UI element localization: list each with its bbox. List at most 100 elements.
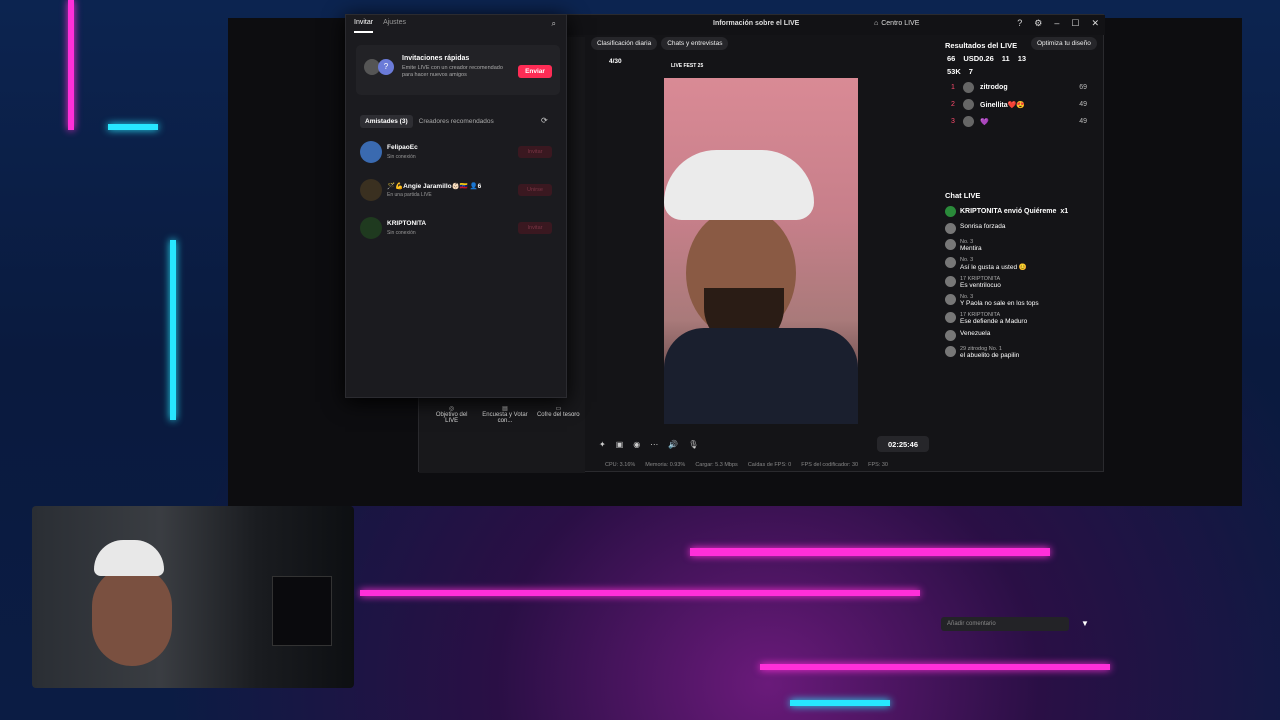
new-followers-kpi: 13 xyxy=(1017,54,1027,63)
avatar xyxy=(360,179,382,201)
screen-icon[interactable]: ▣ xyxy=(616,440,624,449)
fps-stat: FPS: 30 xyxy=(868,462,888,468)
chat-message: Sonrisa forzada xyxy=(945,223,1093,234)
avatar xyxy=(963,82,974,93)
upload-stat: Cargar: 5.3 Mbps xyxy=(695,462,738,468)
chat-message: 29 zitrodog No. 1 el abuelito de papilin xyxy=(945,346,1093,359)
filter-icon[interactable]: ▼ xyxy=(1081,619,1089,628)
rank-number: 3 xyxy=(951,118,955,125)
window-title: Información sobre el LIVE xyxy=(713,20,800,27)
invite-tabs: Invitar Ajustes xyxy=(354,19,406,33)
friend-status: Sin conexión xyxy=(387,154,416,160)
invite-panel: Invitar Ajustes ⌕ ? Invitaciones rápidas… xyxy=(345,14,567,398)
quick-invite-title: Invitaciones rápidas xyxy=(402,55,470,62)
invite-button[interactable]: Invitar xyxy=(518,146,552,158)
magic-icon[interactable]: ✦ xyxy=(599,440,606,449)
invite-button[interactable]: Invitar xyxy=(518,222,552,234)
join-button[interactable]: Unirse xyxy=(518,184,552,196)
rank-row[interactable]: 1 zitrodog 69 xyxy=(951,82,1087,93)
target-icon: ◎ xyxy=(449,406,455,412)
refresh-icon[interactable]: ⟳ xyxy=(541,116,548,125)
avatar xyxy=(945,223,956,234)
record-icon[interactable]: ◉ xyxy=(633,440,640,449)
rank-name: 💜 xyxy=(980,118,989,126)
webcam-overlay xyxy=(32,506,354,688)
chat-text: Sonrisa forzada xyxy=(960,223,1006,230)
chat-text: el abuelito de papilin xyxy=(960,352,1020,359)
live-video-preview xyxy=(664,78,858,424)
avatar xyxy=(963,99,974,110)
chats-pill[interactable]: Chats y entrevistas xyxy=(661,37,729,50)
comment-input[interactable]: Añadir comentario xyxy=(941,617,1069,631)
help-icon[interactable]: ? xyxy=(1017,18,1022,29)
tab-invitar[interactable]: Invitar xyxy=(354,19,374,33)
avatar xyxy=(945,239,956,250)
goal-counter: 4/30 xyxy=(609,58,622,65)
webcam-monitor xyxy=(272,576,332,646)
avatar xyxy=(963,116,974,127)
neon-line xyxy=(790,700,890,706)
kpis-row1: 66 USD0.26 11 13 xyxy=(947,54,1091,63)
live-tools: ◎ Objetivo del LIVE ▤ Encuesta y Votar con… xyxy=(425,405,585,424)
neon-line xyxy=(690,548,1050,556)
chat-message: 17 KRIPTONITA Es ventrilocuo xyxy=(945,276,1093,289)
centro-live-button[interactable]: ⌂ Centro LIVE xyxy=(874,20,919,27)
friend-name: 🪄💪Angie Jaramillo👶🏻🇻🇪 👤6 xyxy=(387,183,482,190)
rank-name: Ginellita❤️😍 xyxy=(980,101,1026,109)
top-pills: Clasificación diaria Chats y entrevistas… xyxy=(591,37,1097,50)
volume-icon[interactable]: 🔊 xyxy=(668,440,678,449)
tab-creadores[interactable]: Creadores recomendados xyxy=(419,118,494,125)
avatar xyxy=(945,276,956,287)
chat-text: Mentira xyxy=(960,245,982,252)
live-timer: 02:25:46 xyxy=(877,436,929,452)
mic-icon[interactable]: 🎙 xyxy=(688,440,698,449)
search-icon[interactable]: ⌕ xyxy=(552,19,556,29)
tab-amistades[interactable]: Amistades (3) xyxy=(360,115,413,128)
tab-ajustes[interactable]: Ajustes xyxy=(383,19,406,33)
chat-message: No. 3 Así le gusta a usted 😊 xyxy=(945,257,1093,271)
tool-goal[interactable]: ◎ Objetivo del LIVE xyxy=(429,405,475,424)
rank-row[interactable]: 2 Ginellita❤️😍 49 xyxy=(951,99,1087,110)
neon-line xyxy=(760,664,1110,670)
quick-invite-card: ? Invitaciones rápidas Emite LIVE con un… xyxy=(356,45,560,95)
rank-score: 49 xyxy=(1079,118,1087,125)
minimize-button[interactable]: – xyxy=(1054,18,1059,29)
likes-kpi: 53K xyxy=(947,67,961,76)
friend-status: Sin conexión xyxy=(387,230,416,236)
stream-stats: CPU: 3.16% Memoria: 0.93% Cargar: 5.3 Mb… xyxy=(605,462,888,468)
chat-text: Venezuela xyxy=(960,330,991,337)
streamer-shirt xyxy=(664,328,858,424)
rank-score: 49 xyxy=(1079,101,1087,108)
tool-poll[interactable]: ▤ Encuesta y Votar con... xyxy=(482,405,528,424)
rank-score: 69 xyxy=(1079,84,1087,91)
friend-row: 🪄💪Angie Jaramillo👶🏻🇻🇪 👤6 En una partida L… xyxy=(360,179,556,203)
chat-message: No. 3 Mentira xyxy=(945,239,1093,252)
gifts-kpi: 7 xyxy=(968,67,973,76)
gear-icon[interactable]: ⚙ xyxy=(1034,18,1042,29)
results-title: Resultados del LIVE xyxy=(945,41,1018,50)
rank-number: 2 xyxy=(951,101,955,108)
rank-row[interactable]: 3 💜 49 xyxy=(951,116,1087,127)
more-icon[interactable]: ⋯ xyxy=(650,440,658,449)
daily-ranking-pill[interactable]: Clasificación diaria xyxy=(591,37,658,50)
chat-messages: Sonrisa forzada No. 3 Mentira No. 3 Así le g… xyxy=(937,223,1101,359)
friend-tabs: Amistades (3) Creadores recomendados xyxy=(360,115,494,128)
chest-icon: ▭ xyxy=(555,406,562,412)
quick-invite-desc: Emite LIVE con un creador recomendado pa… xyxy=(402,65,503,79)
friend-name: FelipaoEc xyxy=(387,144,418,151)
chat-text: Así le gusta a usted 😊 xyxy=(960,264,1027,271)
send-button[interactable]: Enviar xyxy=(518,65,552,78)
tool-chest[interactable]: ▭ Cofre del tesoro xyxy=(535,405,581,424)
avatar xyxy=(945,257,956,268)
friend-name: KRIPTONITA xyxy=(387,220,427,227)
rank-number: 1 xyxy=(951,84,955,91)
avatar xyxy=(945,294,956,305)
rank-name: zitrodog xyxy=(980,84,1008,91)
maximize-button[interactable]: ☐ xyxy=(1071,18,1079,29)
avatar xyxy=(360,141,382,163)
poll-icon: ▤ xyxy=(502,406,508,412)
usd-kpi: USD0.26 xyxy=(963,54,994,63)
close-button[interactable]: ✕ xyxy=(1091,18,1099,29)
avatar xyxy=(945,312,956,323)
cpu-stat: CPU: 3.16% xyxy=(605,462,636,468)
